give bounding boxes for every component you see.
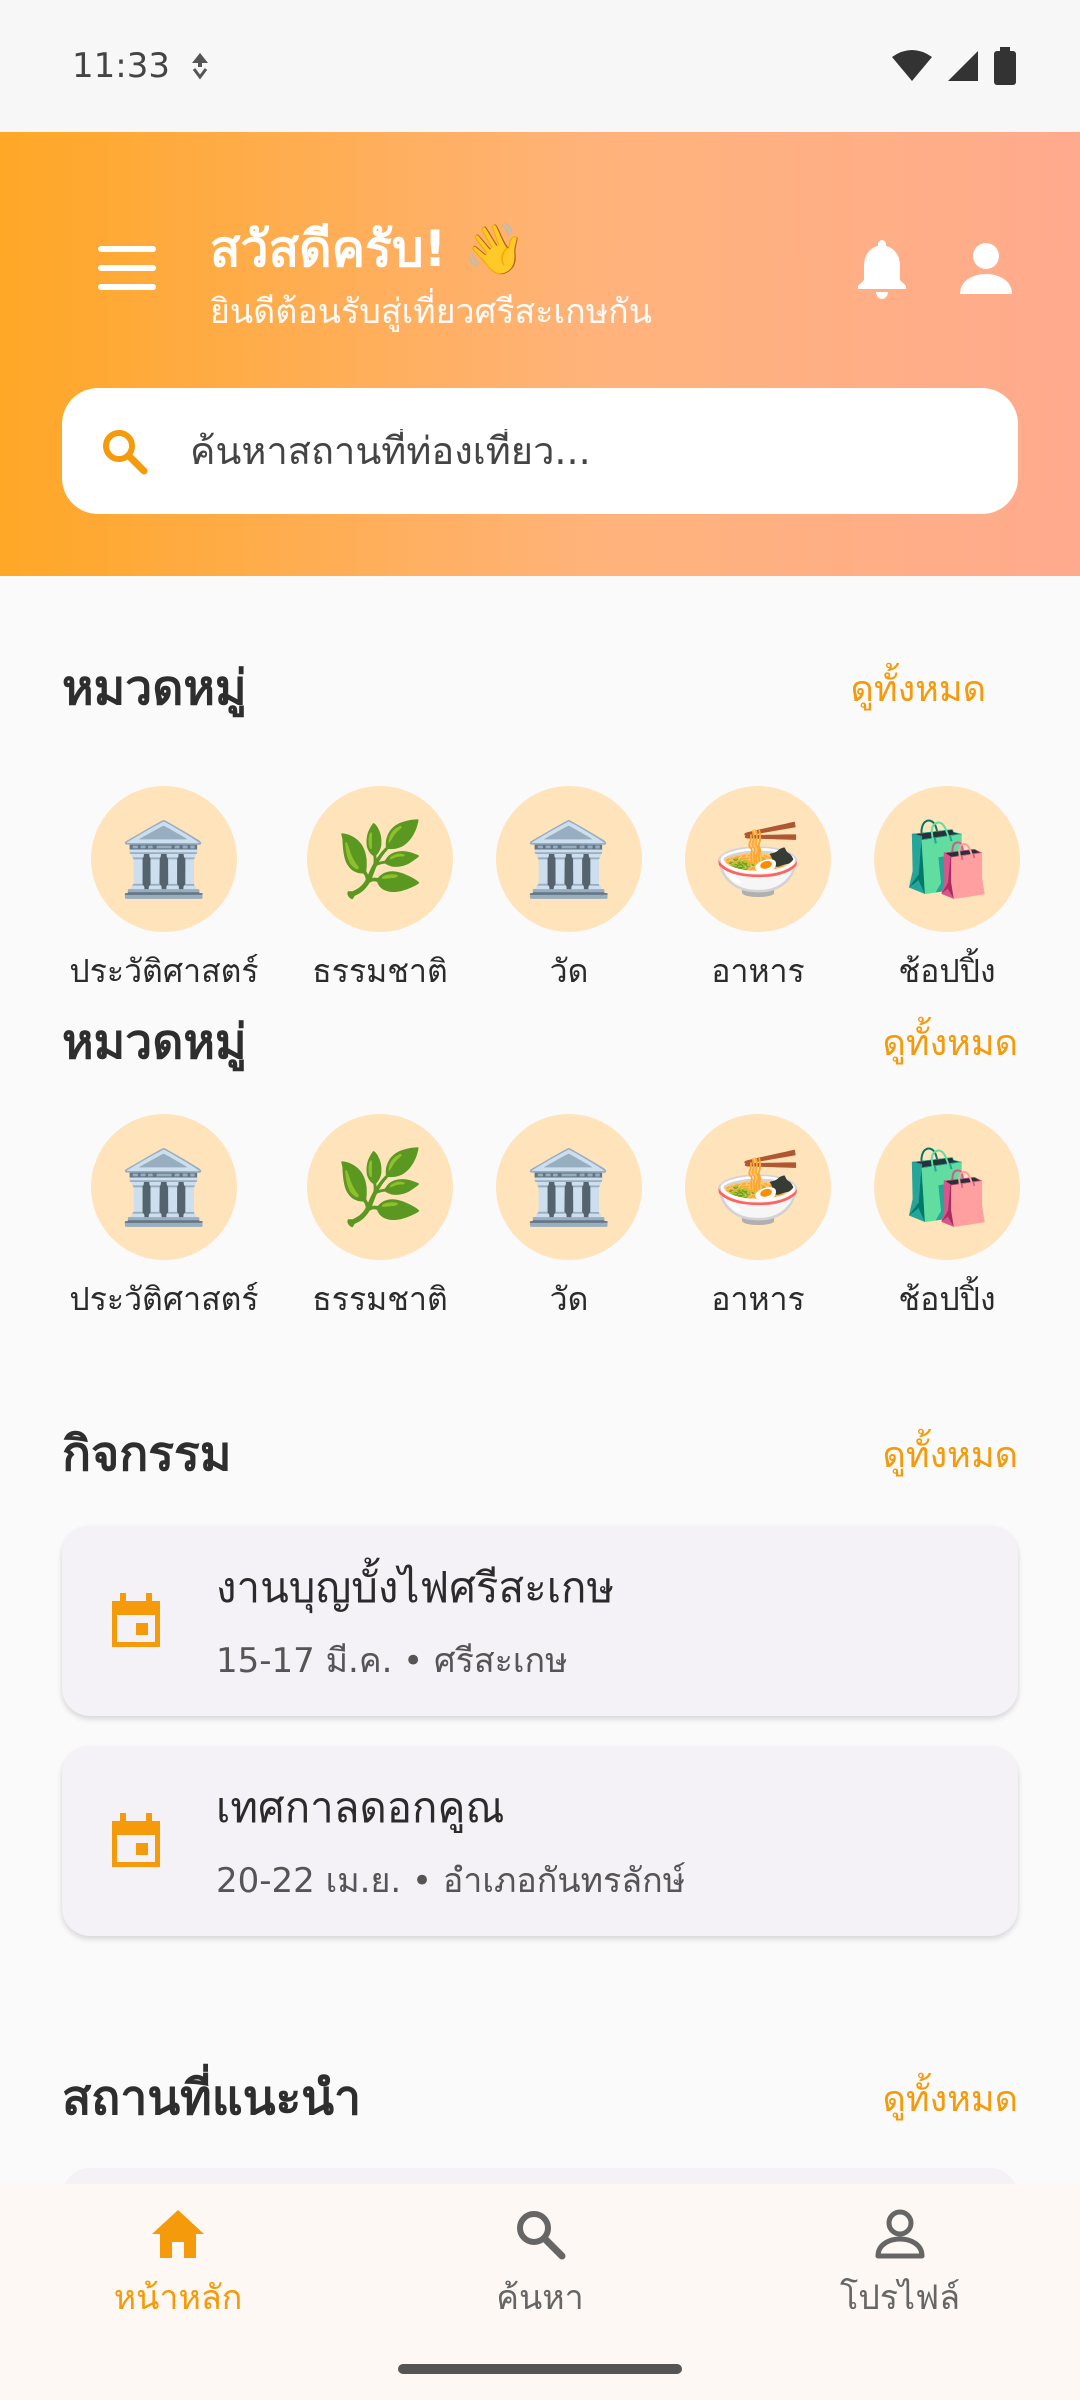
home-indicator[interactable] (398, 2364, 682, 2374)
section-title: สถานที่แนะนำ (62, 2070, 362, 2126)
category-history[interactable]: 🏛️ ประวัติศาสตร์ (62, 1114, 266, 1325)
category-icon-circle: 🏛️ (91, 1114, 237, 1260)
museum-icon: 🏛️ (119, 1144, 209, 1229)
category-label: ช้อปปิ้ง (898, 952, 996, 990)
category-icon-circle: 🛍️ (874, 1114, 1020, 1260)
category-icon-circle: 🏛️ (91, 786, 237, 932)
category-food[interactable]: 🍜 อาหาร (685, 1114, 831, 1325)
section-title: หมวดหมู่ (62, 1014, 247, 1070)
search-icon (103, 430, 148, 475)
notification-bell-icon[interactable] (852, 236, 912, 300)
category-label: ประวัติศาสตร์ (69, 1280, 259, 1318)
category-shopping[interactable]: 🛍️ ช้อปปิ้ง (874, 1114, 1020, 1325)
person-icon (875, 2209, 925, 2259)
recommended-header: สถานที่แนะนำ ดูทั้งหมด (62, 2060, 1018, 2136)
search-bar[interactable] (62, 388, 1018, 514)
category-label: วัด (549, 1280, 589, 1318)
nav-home[interactable]: หน้าหลัก (58, 2208, 298, 2324)
menu-icon-bar (98, 284, 156, 290)
see-all-link[interactable]: ดูทั้งหมด (882, 1426, 1018, 1483)
category-food[interactable]: 🍜 อาหาร (685, 786, 831, 997)
nav-label: โปรไฟล์ (839, 2278, 961, 2318)
noodle-bowl-icon: 🍜 (713, 816, 803, 901)
category-label: อาหาร (711, 952, 805, 990)
category-row: 🏛️ ประวัติศาสตร์ 🌿 ธรรมชาติ 🏛️ วัด 🍜 อาห… (62, 1114, 1080, 1324)
category-temple[interactable]: 🏛️ วัด (496, 786, 642, 997)
wifi-icon (892, 50, 932, 81)
calendar-icon (112, 1813, 160, 1867)
category-row: 🏛️ ประวัติศาสตร์ 🌿 ธรรมชาติ 🏛️ วัด 🍜 อาห… (62, 786, 1080, 996)
leaf-icon: 🌿 (335, 1144, 425, 1229)
temple-icon: 🏛️ (524, 1144, 614, 1229)
section-title: กิจกรรม (62, 1426, 232, 1482)
nav-label: หน้าหลัก (113, 2278, 243, 2318)
nav-label: ค้นหา (496, 2278, 584, 2318)
category-icon-circle: 🌿 (307, 1114, 453, 1260)
category-nature[interactable]: 🌿 ธรรมชาติ (307, 1114, 453, 1325)
event-subtitle: 15-17 มี.ค. • ศรีสะเกษ (216, 1641, 568, 1681)
home-icon (152, 2210, 204, 2258)
status-time: 11:33 (72, 46, 170, 86)
category-shopping[interactable]: 🛍️ ช้อปปิ้ง (874, 786, 1020, 997)
leaf-icon: 🌿 (335, 816, 425, 901)
category-temple[interactable]: 🏛️ วัด (496, 1114, 642, 1325)
nav-profile[interactable]: โปรไฟล์ (780, 2208, 1020, 2324)
menu-icon-bar (98, 265, 156, 271)
category-label: ประวัติศาสตร์ (69, 952, 259, 990)
header: สวัสดีครับ! 👋 ยินดีต้อนรับสู่เที่ยวศรีสะ… (0, 132, 1080, 576)
event-title: งานบุญบั้งไฟศรีสะเกษ (216, 1563, 615, 1612)
activities-header: กิจกรรม ดูทั้งหมด (62, 1416, 1018, 1492)
category-label: ธรรมชาติ (312, 1280, 448, 1318)
temple-icon: 🏛️ (524, 816, 614, 901)
see-all-link[interactable]: ดูทั้งหมด (850, 660, 986, 717)
see-all-link[interactable]: ดูทั้งหมด (882, 1014, 1018, 1071)
shopping-bags-icon: 🛍️ (902, 816, 992, 901)
see-all-link[interactable]: ดูทั้งหมด (882, 2070, 1018, 2127)
category-icon-circle: 🍜 (685, 786, 831, 932)
shopping-bags-icon: 🛍️ (902, 1144, 992, 1229)
event-card[interactable]: เทศกาลดอกคูณ 20-22 เม.ย. • อำเภอกันทรลัก… (62, 1746, 1018, 1936)
museum-icon: 🏛️ (119, 816, 209, 901)
category-icon-circle: 🍜 (685, 1114, 831, 1260)
event-card[interactable]: งานบุญบั้งไฟศรีสะเกษ 15-17 มี.ค. • ศรีสะ… (62, 1526, 1018, 1716)
noodle-bowl-icon: 🍜 (713, 1144, 803, 1229)
category-icon-circle: 🏛️ (496, 1114, 642, 1260)
category-label: ช้อปปิ้ง (898, 1280, 996, 1318)
greeting-subtitle: ยินดีต้อนรับสู่เที่ยวศรีสะเกษกัน (210, 292, 652, 332)
category-label: วัด (549, 952, 589, 990)
data-saver-icon (191, 53, 208, 80)
menu-icon-bar (98, 246, 156, 252)
category-icon-circle: 🏛️ (496, 786, 642, 932)
search-icon (517, 2211, 566, 2260)
cellular-signal-icon (948, 51, 978, 81)
categories-header: หมวดหมู่ ดูทั้งหมด (62, 1004, 1018, 1080)
calendar-icon (112, 1593, 160, 1647)
category-icon-circle: 🌿 (307, 786, 453, 932)
battery-icon (994, 47, 1016, 85)
category-icon-circle: 🛍️ (874, 786, 1020, 932)
event-subtitle: 20-22 เม.ย. • อำเภอกันทรลักษ์ (216, 1861, 686, 1901)
event-title: เทศกาลดอกคูณ (216, 1783, 505, 1832)
status-bar: 11:33 (0, 0, 1080, 132)
section-title: หมวดหมู่ (62, 660, 247, 716)
account-icon[interactable] (954, 236, 1018, 300)
search-input[interactable] (190, 429, 950, 473)
greeting-title: สวัสดีครับ! 👋 (210, 220, 527, 278)
categories-header: หมวดหมู่ ดูทั้งหมด (62, 650, 1018, 726)
category-label: ธรรมชาติ (312, 952, 448, 990)
category-nature[interactable]: 🌿 ธรรมชาติ (307, 786, 453, 997)
menu-button[interactable] (92, 240, 162, 296)
category-label: อาหาร (711, 1280, 805, 1318)
category-history[interactable]: 🏛️ ประวัติศาสตร์ (62, 786, 266, 997)
nav-search[interactable]: ค้นหา (420, 2208, 660, 2324)
